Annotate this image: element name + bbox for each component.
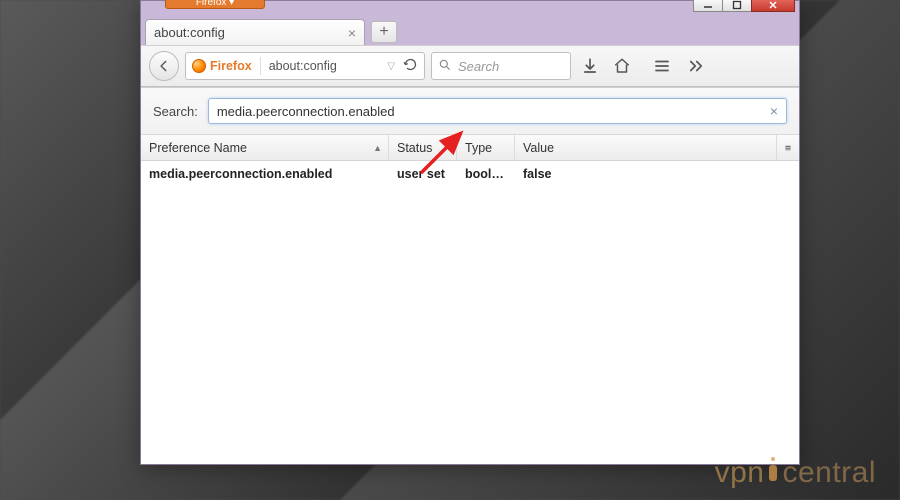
menu-button[interactable] [649, 53, 675, 79]
clear-search-icon[interactable]: × [770, 103, 778, 119]
tab-strip: about:config × + [141, 15, 799, 45]
tab-close-icon[interactable]: × [348, 25, 356, 41]
column-header-type[interactable]: Type [457, 135, 515, 160]
close-button[interactable] [751, 0, 795, 12]
identity-label: Firefox [210, 59, 252, 73]
column-picker-button[interactable] [777, 135, 799, 160]
watermark-logo: vpn central [715, 456, 876, 490]
window-controls [694, 0, 795, 12]
back-button[interactable] [149, 51, 179, 81]
column-header-name[interactable]: Preference Name ▲ [141, 135, 389, 160]
config-search-label: Search: [153, 104, 198, 119]
config-search-box[interactable]: × [208, 98, 787, 124]
firefox-icon [192, 59, 206, 73]
minimize-button[interactable] [693, 0, 723, 12]
firefox-window: Firefox ▾ about:config × + Firefox [140, 0, 800, 465]
tab-title: about:config [154, 25, 225, 40]
config-search-row: Search: × [141, 88, 799, 135]
separator [260, 57, 261, 75]
search-icon [438, 58, 452, 75]
config-search-input[interactable] [217, 104, 770, 119]
sort-ascending-icon: ▲ [373, 143, 382, 153]
tab-about-config[interactable]: about:config × [145, 19, 365, 45]
about-config-page: Search: × Preference Name ▲ Status Type … [141, 87, 799, 464]
home-button[interactable] [609, 53, 635, 79]
url-bar[interactable]: Firefox about:config ▽ [185, 52, 425, 80]
maximize-button[interactable] [722, 0, 752, 12]
url-dropdown-icon[interactable]: ▽ [387, 61, 395, 72]
search-placeholder: Search [458, 59, 499, 74]
pref-status: user set [389, 167, 457, 181]
navigation-toolbar: Firefox about:config ▽ Search [141, 45, 799, 87]
window-titlebar: Firefox ▾ [141, 1, 799, 15]
overflow-button[interactable] [683, 53, 709, 79]
config-row[interactable]: media.peerconnection.enabled user set bo… [141, 161, 799, 187]
pref-name: media.peerconnection.enabled [141, 167, 389, 181]
pref-type: boole… [457, 167, 515, 181]
config-column-headers: Preference Name ▲ Status Type Value [141, 135, 799, 161]
search-bar[interactable]: Search [431, 52, 571, 80]
downloads-button[interactable] [577, 53, 603, 79]
firefox-menu-button[interactable]: Firefox ▾ [165, 0, 265, 9]
reload-button[interactable] [403, 57, 418, 75]
column-header-value[interactable]: Value [515, 135, 777, 160]
pref-value: false [515, 167, 799, 181]
new-tab-button[interactable]: + [371, 21, 397, 43]
url-text: about:config [269, 59, 380, 73]
watermark-dot-icon [769, 465, 777, 481]
column-header-status[interactable]: Status [389, 135, 457, 160]
